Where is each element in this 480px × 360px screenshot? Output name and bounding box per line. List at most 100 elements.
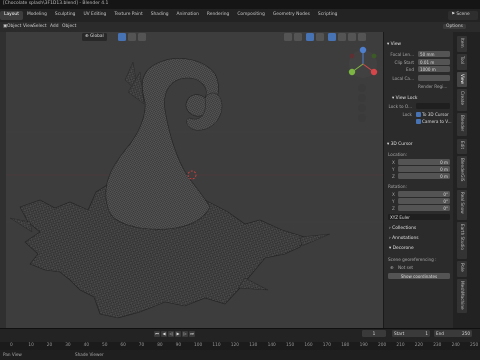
sidebar-tab-create[interactable]: Create: [460, 91, 465, 105]
globe-icon: ⊕: [390, 265, 394, 270]
focal-length-field[interactable]: 50 mm: [418, 51, 450, 57]
lock-to-object-field[interactable]: [416, 103, 450, 109]
focal-length-label: Focal Len...: [390, 52, 414, 57]
sidebar-tab-blender[interactable]: Blender: [460, 115, 465, 131]
local-camera-checkbox[interactable]: [418, 75, 450, 81]
workspace-tab-shading[interactable]: Shading: [147, 11, 173, 20]
select-menu[interactable]: Select: [33, 24, 47, 29]
sidebar-panel: ▾ View Focal Len... 50 mm Clip Start 0.0…: [383, 32, 453, 328]
collections-section-header[interactable]: › Collections: [389, 226, 416, 231]
window-title: [Chocolate splash\3F1D13.blend] - Blende…: [3, 1, 109, 6]
sidebar-tab-earth-studio[interactable]: Earth Studio: [460, 224, 465, 250]
sidebar-tabs: Item Tool View Create Blender Edit BlenderGIS R…: [453, 32, 480, 328]
visibility-icon[interactable]: [284, 33, 292, 41]
sidebar-tab-edit[interactable]: Edit: [460, 141, 465, 149]
viewport-nav-buttons[interactable]: [358, 84, 366, 122]
workspace-tab-layout[interactable]: Layout: [0, 11, 23, 20]
3d-viewport[interactable]: [0, 32, 383, 328]
loc-z-field[interactable]: 0 m: [398, 173, 450, 179]
start-frame-label: Start: [394, 331, 405, 336]
workspace-tab-modeling[interactable]: Modeling: [23, 11, 51, 20]
clip-end-field[interactable]: 1000 m: [418, 66, 450, 72]
show-coordinates-button[interactable]: Show coordinates: [388, 273, 450, 279]
view-section-header[interactable]: ▾ View: [387, 42, 401, 47]
current-frame-field[interactable]: 1: [362, 330, 386, 337]
overlay-icon[interactable]: [306, 33, 314, 41]
object-menu[interactable]: Object: [62, 24, 76, 29]
workspace-tab-rendering[interactable]: Rendering: [203, 11, 233, 20]
workspace-tab-texture-paint[interactable]: Texture Paint: [110, 11, 146, 20]
render-region-label: Render Regi...: [418, 84, 448, 89]
rot-x-label: X: [392, 192, 395, 197]
ruler-tick-label: 180: [341, 343, 350, 348]
sidebar-tab-blendergis[interactable]: BlenderGIS: [460, 158, 465, 181]
loc-y-field[interactable]: 0 m: [398, 166, 450, 172]
clip-start-field[interactable]: 0.01 m: [418, 59, 450, 65]
camera-to-view-checkbox[interactable]: [416, 119, 421, 124]
3d-cursor-section-header[interactable]: ▾ 3D Cursor: [387, 142, 413, 147]
ruler-tick-label: 120: [230, 343, 239, 348]
step-back-icon[interactable]: ◀: [161, 331, 167, 337]
ruler-tick-label: 240: [451, 343, 460, 348]
workspace-tab-compositing[interactable]: Compositing: [233, 11, 269, 20]
add-menu[interactable]: Add: [50, 24, 59, 29]
ruler-tick-label: 150: [286, 343, 295, 348]
sidebar-tab-item[interactable]: Item: [460, 38, 465, 48]
status-left-hint: Pan View: [3, 352, 22, 357]
ruler-tick-label: 130: [249, 343, 258, 348]
sidebar-tab-tool[interactable]: Tool: [460, 56, 465, 64]
jump-end-icon[interactable]: ⏭: [189, 331, 195, 337]
step-forward-icon[interactable]: ▷: [182, 331, 188, 337]
rot-y-field[interactable]: 0°: [398, 198, 450, 204]
options-menu[interactable]: Options: [443, 24, 466, 29]
shading-wireframe-icon[interactable]: [328, 33, 336, 41]
workspace-tab-uv-editing[interactable]: UV Editing: [79, 11, 110, 20]
ruler-tick-label: 90: [175, 343, 182, 348]
shading-material-icon[interactable]: [348, 33, 356, 41]
end-frame-field[interactable]: End 250: [434, 330, 472, 337]
workspace-tab-sculpting[interactable]: Sculpting: [51, 11, 80, 20]
mode-menu[interactable]: Object: [7, 24, 21, 29]
local-camera-label: Local Ca...: [392, 76, 414, 81]
shading-solid-icon[interactable]: [338, 33, 346, 41]
to-3d-cursor-checkbox[interactable]: [416, 112, 421, 117]
sidebar-tab-view[interactable]: View: [460, 74, 465, 84]
scene-selector[interactable]: ⚑ Scene: [448, 11, 478, 20]
chocolate-splash-mesh[interactable]: [9, 58, 331, 319]
view-lock-header[interactable]: ▾ View Lock: [392, 96, 417, 101]
decorone-section-header[interactable]: ▾ Decorone: [389, 246, 414, 251]
play-reverse-icon[interactable]: ◁: [168, 331, 174, 337]
clip-end-label: End: [406, 67, 414, 72]
ruler-tick-label: 250: [470, 343, 479, 348]
ruler-tick-label: 210: [396, 343, 405, 348]
annotations-section-header[interactable]: › Annotations: [389, 236, 419, 241]
proportional-edit-icon[interactable]: [138, 33, 146, 41]
transform-orientation-dropdown[interactable]: ⊕ Global: [82, 33, 107, 41]
sidebar-tab-pole[interactable]: Pole: [460, 263, 465, 272]
viewport-header: ▣ Object View Select Add Object Options: [0, 22, 480, 32]
rotation-mode-dropdown[interactable]: XYZ Euler: [388, 214, 450, 220]
jump-start-icon[interactable]: ⏮: [154, 331, 160, 337]
play-icon[interactable]: ▶: [175, 331, 181, 337]
rot-z-field[interactable]: 0°: [398, 205, 450, 211]
sidebar-tab-real-snow[interactable]: Real Snow: [460, 192, 465, 214]
sidebar-tab-meshmachine[interactable]: MeshMachine: [460, 281, 465, 310]
pivot-icon[interactable]: [118, 33, 126, 41]
start-frame-field[interactable]: Start 1: [392, 330, 430, 337]
ruler-tick-label: 20: [46, 343, 53, 348]
workspace-tab-scripting[interactable]: Scripting: [314, 11, 342, 20]
snap-icon[interactable]: [128, 33, 136, 41]
ruler-tick-label: 140: [267, 343, 276, 348]
shading-rendered-icon[interactable]: [358, 33, 366, 41]
view-menu[interactable]: View: [23, 24, 33, 29]
xray-icon[interactable]: [316, 33, 324, 41]
status-bar: Pan View Shade Viewer: [0, 350, 480, 360]
loc-x-field[interactable]: 0 m: [398, 159, 450, 165]
rot-x-field[interactable]: 0°: [398, 191, 450, 197]
annotations-section-label: Annotations: [392, 236, 419, 241]
navigation-gizmo[interactable]: [348, 46, 378, 78]
gizmo-icon[interactable]: [294, 33, 302, 41]
ruler-tick-label: 170: [322, 343, 331, 348]
workspace-tab-animation[interactable]: Animation: [173, 11, 203, 20]
workspace-tab-geometry-nodes[interactable]: Geometry Nodes: [269, 11, 314, 20]
